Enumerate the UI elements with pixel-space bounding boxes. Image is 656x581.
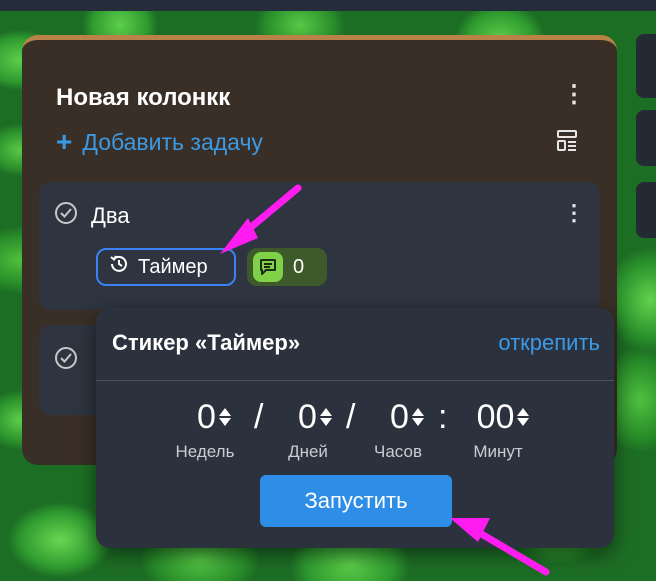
weeks-label: Недель — [175, 442, 235, 461]
timer-sticker-popup: Стикер «Таймер» открепить 0 Недель / 0 Д… — [96, 308, 614, 548]
comments-badge[interactable]: 0 — [247, 248, 327, 286]
comment-icon — [253, 252, 283, 282]
hours-label: Часов — [374, 442, 422, 461]
timer-inputs: 0 Недель / 0 Дней / 0 Часов : 00 Минут — [96, 396, 614, 476]
days-label: Дней — [288, 442, 328, 461]
timer-badge-label: Таймер — [138, 255, 208, 278]
plus-icon: + — [56, 126, 73, 157]
history-icon — [108, 253, 130, 281]
hours-field[interactable]: 0 Часов — [366, 396, 430, 462]
comments-count: 0 — [293, 255, 305, 278]
minutes-field[interactable]: 00 Минут — [458, 396, 538, 462]
days-field[interactable]: 0 Дней — [280, 396, 336, 462]
days-value[interactable]: 0 — [298, 398, 317, 437]
adjacent-column-card[interactable] — [636, 110, 656, 166]
check-circle-icon[interactable] — [55, 347, 77, 369]
weeks-stepper-icon[interactable] — [218, 408, 231, 426]
minutes-value[interactable]: 00 — [477, 398, 515, 437]
task-menu-icon[interactable]: ⋮ — [563, 200, 585, 226]
timer-badge[interactable]: Таймер — [96, 248, 236, 286]
unpin-link[interactable]: открепить — [498, 330, 600, 356]
hours-value[interactable]: 0 — [390, 398, 409, 437]
divider — [96, 380, 614, 381]
minutes-label: Минут — [473, 442, 523, 461]
adjacent-column-card[interactable] — [636, 34, 656, 98]
weeks-field[interactable]: 0 Недель — [170, 396, 240, 462]
hours-stepper-icon[interactable] — [411, 408, 424, 426]
separator: / — [254, 398, 264, 436]
task-title[interactable]: Два — [91, 203, 130, 229]
separator: : — [438, 398, 448, 436]
template-icon[interactable] — [557, 130, 577, 157]
add-task-button[interactable]: + Добавить задачу — [56, 128, 263, 156]
popup-title: Стикер «Таймер» — [112, 330, 301, 355]
start-timer-button[interactable]: Запустить — [260, 475, 452, 527]
days-stepper-icon[interactable] — [319, 408, 332, 426]
check-circle-icon[interactable] — [55, 202, 77, 224]
adjacent-column-card[interactable] — [636, 182, 656, 238]
weeks-value[interactable]: 0 — [197, 398, 216, 437]
separator: / — [346, 398, 356, 436]
top-bar — [0, 0, 656, 11]
add-task-label: Добавить задачу — [82, 128, 263, 155]
task-card[interactable]: Два ⋮ Таймер 0 — [39, 182, 600, 310]
column-title[interactable]: Новая колонкк — [56, 84, 230, 112]
minutes-stepper-icon[interactable] — [517, 408, 530, 426]
column-menu-icon[interactable]: ⋮ — [562, 80, 586, 109]
